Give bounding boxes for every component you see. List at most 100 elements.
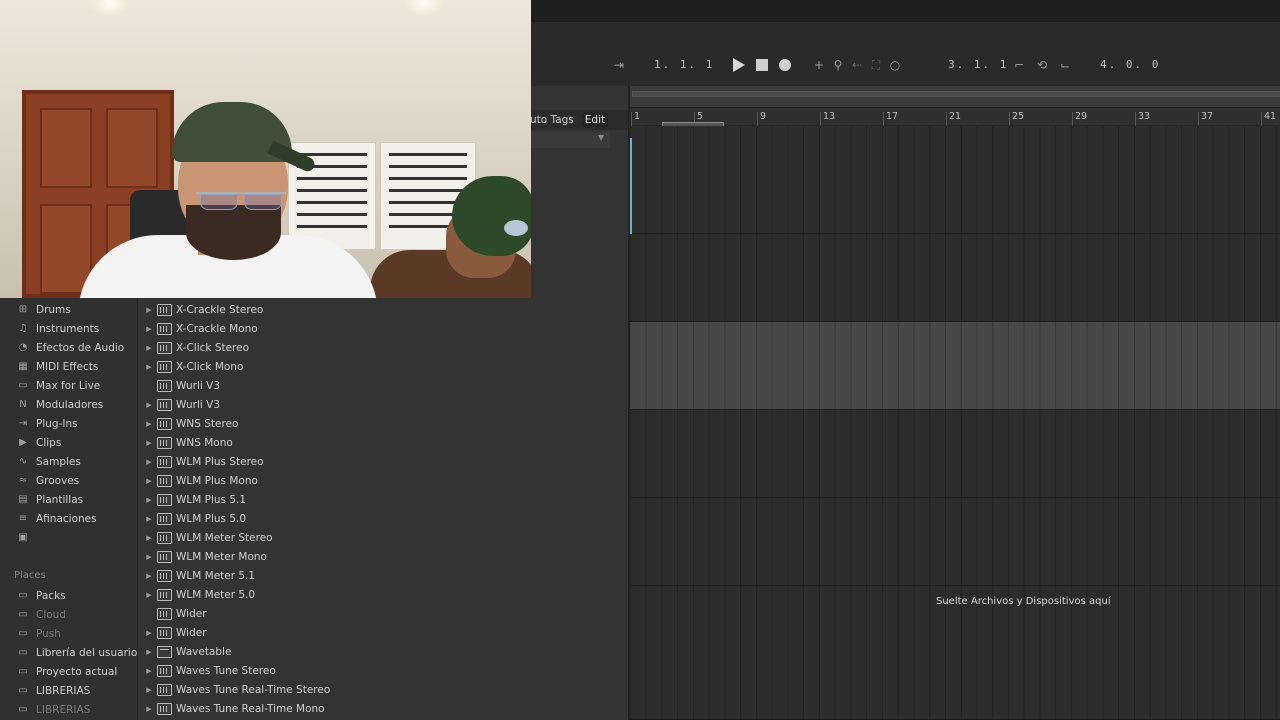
list-item[interactable]: ▶ WLM Plus 5.1 (139, 490, 628, 509)
list-item[interactable]: ▶ WLM Plus Stereo (139, 452, 628, 471)
expand-arrow-icon[interactable]: ▶ (144, 667, 154, 675)
expand-arrow-icon[interactable]: ▶ (144, 496, 154, 504)
expand-arrow-icon[interactable]: ▶ (144, 648, 154, 656)
session-record-icon[interactable]: ○ (886, 56, 904, 74)
expand-arrow-icon[interactable]: ▶ (144, 439, 154, 447)
auto-tags-label[interactable]: uto Tags (530, 114, 574, 126)
loop-start-field[interactable]: 3. 1. 1 (948, 57, 1008, 73)
chevron-down-icon[interactable]: ▼ (598, 133, 604, 142)
list-item-label: WNS Mono (176, 436, 233, 449)
expand-arrow-icon[interactable]: ▶ (144, 515, 154, 523)
expand-arrow-icon[interactable]: ▶ (144, 705, 154, 713)
expand-arrow-icon[interactable]: ▶ (144, 572, 154, 580)
arrangement-position-field[interactable]: 1. 1. 1 (654, 57, 714, 73)
list-item[interactable]: ▶ WNS Mono (139, 433, 628, 452)
places-item-packs[interactable]: ▭ Packs (0, 586, 138, 605)
track-lane[interactable] (630, 498, 1280, 586)
list-item[interactable]: ▶ Wavetable (139, 642, 628, 661)
record-button[interactable] (776, 56, 794, 74)
places-item-label: Librería del usuario (36, 646, 138, 659)
list-item[interactable]: ▶ Waves Tune Real-Time Stereo (139, 680, 628, 699)
ruler-bar-number: 21 (949, 111, 962, 122)
places-item-push[interactable]: ▭ Push (0, 624, 138, 643)
expand-arrow-icon[interactable]: ▶ (144, 306, 154, 314)
sidebar-item-afinaciones[interactable]: ≡ Afinaciones (0, 509, 138, 528)
places-item-librerias[interactable]: ▭ LIBRERIAS (0, 681, 138, 700)
expand-arrow-icon[interactable]: ▶ (144, 629, 154, 637)
list-item[interactable]: ▶ Waves Tune Real-Time Mono (139, 699, 628, 718)
track-lane[interactable] (630, 126, 1280, 234)
re-enable-automation-icon[interactable]: ⇠ (848, 56, 866, 74)
overview-range[interactable] (632, 91, 1280, 97)
list-item[interactable]: ▶ WLM Meter 5.0 (139, 585, 628, 604)
expand-arrow-icon[interactable]: ▶ (144, 477, 154, 485)
sidebar-item-max-for-live[interactable]: ▭ Max for Live (0, 376, 138, 395)
sidebar-item-grooves[interactable]: ≈ Grooves (0, 471, 138, 490)
expand-arrow-icon[interactable]: ▶ (144, 553, 154, 561)
follow-arrow-icon[interactable]: ⇥ (610, 56, 628, 74)
overdub-plus-icon[interactable]: + (810, 56, 828, 74)
track-lane[interactable] (630, 234, 1280, 322)
plugin-icon (157, 493, 172, 506)
list-item[interactable]: ▶ WNS Stereo (139, 414, 628, 433)
list-item[interactable]: ▶ WLM Meter 5.1 (139, 566, 628, 585)
sidebar-item-drums[interactable]: ⊞ Drums (0, 300, 138, 319)
sidebar-item-clips[interactable]: ▶ Clips (0, 433, 138, 452)
expand-arrow-icon[interactable]: ▶ (144, 458, 154, 466)
modulators-icon: N (19, 399, 27, 410)
automation-arm-icon[interactable]: ⚲ (829, 56, 847, 74)
list-item[interactable]: ▶Wider (139, 623, 628, 642)
track-lane[interactable] (630, 410, 1280, 498)
places-item-librer-a-del-usuario[interactable]: ▭ Librería del usuario (0, 643, 138, 662)
list-item[interactable]: ▶ WLM Plus 5.0 (139, 509, 628, 528)
sidebar-item-midi-effects[interactable]: ▦ MIDI Effects (0, 357, 138, 376)
places-item-librerias[interactable]: ▭ LIBRERIAS (0, 700, 138, 719)
list-item-label: Wurli V3 (176, 379, 221, 392)
ruler-tick-line (946, 112, 947, 126)
track-lane-selected[interactable] (630, 322, 1280, 410)
list-item[interactable]: ▶ X-Crackle Mono (139, 319, 628, 338)
list-item[interactable]: ▶ Waves Tune Stereo (139, 661, 628, 680)
play-button[interactable] (730, 56, 748, 74)
sidebar-item-efectos-de-audio[interactable]: ◔ Efectos de Audio (0, 338, 138, 357)
list-item[interactable]: ▶ X-Click Stereo (139, 338, 628, 357)
loop-length-field[interactable]: 4. 0. 0 (1100, 57, 1160, 73)
expand-arrow-icon[interactable]: ▶ (144, 534, 154, 542)
sidebar-item-plug-ins[interactable]: ⇥ Plug-Ins (0, 414, 138, 433)
ruler-tick-line (883, 112, 884, 126)
expand-arrow-icon[interactable]: ▶ (144, 686, 154, 694)
expand-arrow-icon[interactable]: ▶ (144, 591, 154, 599)
expand-arrow-icon[interactable]: ▶ (144, 401, 154, 409)
drop-hint-text: Suelte Archivos y Dispositivos aquí (936, 596, 1111, 607)
overview-bar[interactable] (630, 86, 1280, 108)
stop-button[interactable] (753, 56, 771, 74)
sidebar-item-instruments[interactable]: ♫ Instruments (0, 319, 138, 338)
sidebar-item-moduladores[interactable]: N Moduladores (0, 395, 138, 414)
list-item[interactable]: ▶ X-Crackle Stereo (139, 300, 628, 319)
beat-time-ruler[interactable]: 1 5 9 13 17 21 25 29 33 37 41 (630, 108, 1280, 126)
list-item[interactable]: ▶Wurli V3 (139, 376, 628, 395)
capture-midi-icon[interactable]: ⛶ (867, 56, 885, 74)
punch-in-icon[interactable]: ⌐ (1010, 56, 1028, 74)
list-item[interactable]: ▶ X-Click Mono (139, 357, 628, 376)
list-item-label: Wavetable (176, 645, 232, 658)
list-item[interactable]: ▶Wider (139, 604, 628, 623)
expand-arrow-icon[interactable]: ▶ (144, 363, 154, 371)
folder-icon: ▭ (18, 647, 28, 658)
expand-arrow-icon[interactable]: ▶ (144, 420, 154, 428)
sidebar-item-plantillas[interactable]: ▤ Plantillas (0, 490, 138, 509)
expand-arrow-icon[interactable]: ▶ (144, 325, 154, 333)
places-item-proyecto-actual[interactable]: ▭ Proyecto actual (0, 662, 138, 681)
image-frame-icon: ▣ (18, 532, 28, 543)
places-item-cloud[interactable]: ▭ Cloud (0, 605, 138, 624)
loop-switch-icon[interactable]: ⟲ (1033, 56, 1051, 74)
expand-arrow-icon[interactable]: ▶ (144, 344, 154, 352)
list-item[interactable]: ▶ WLM Meter Mono (139, 547, 628, 566)
punch-out-icon[interactable]: ⌙ (1056, 56, 1074, 74)
list-item[interactable]: ▶ WLM Plus Mono (139, 471, 628, 490)
list-item[interactable]: ▶Wurli V3 (139, 395, 628, 414)
list-item[interactable]: ▶ WLM Meter Stereo (139, 528, 628, 547)
sidebar-item-samples[interactable]: ∿ Samples (0, 452, 138, 471)
edit-button[interactable]: Edit (581, 113, 609, 127)
sidebar-item-collection[interactable]: ▣ (0, 528, 138, 547)
